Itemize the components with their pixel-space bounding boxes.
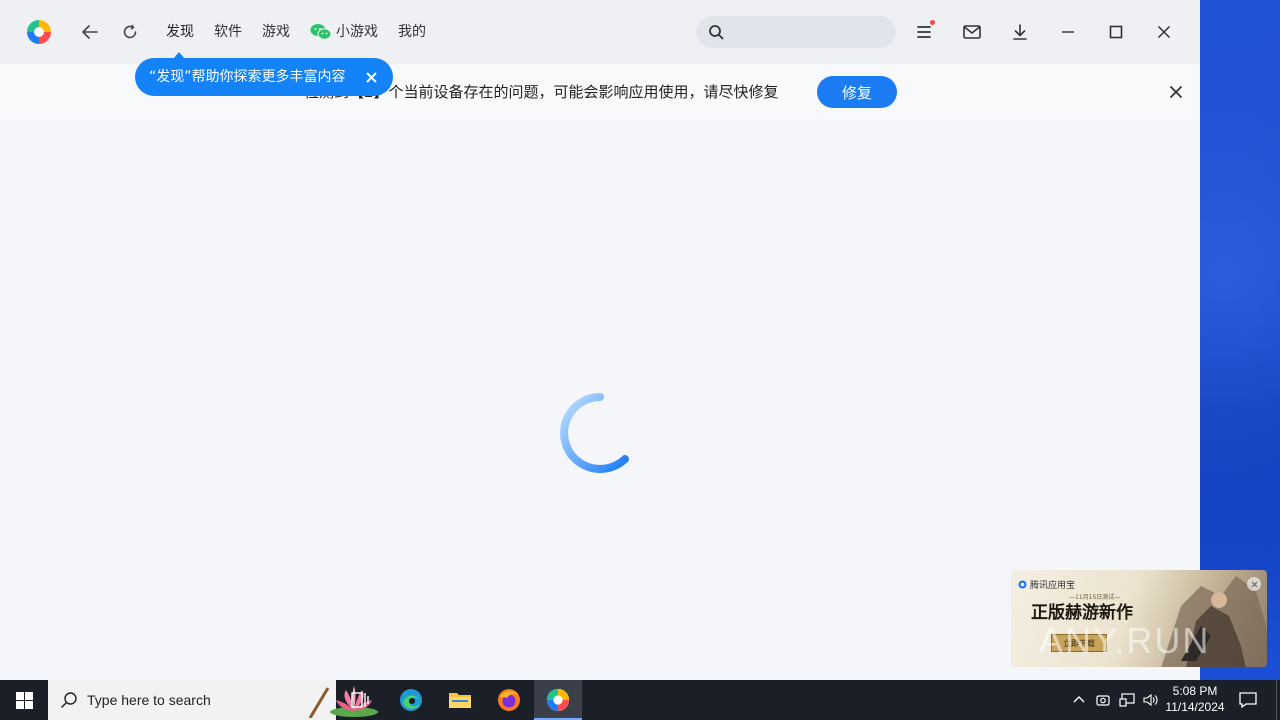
tooltip-close-button[interactable] (361, 67, 381, 87)
search-box[interactable] (696, 16, 896, 48)
ad-brand: 腾讯应用宝 (1018, 578, 1075, 591)
refresh-button[interactable] (118, 20, 142, 44)
clock[interactable]: 5:08 PM 11/14/2024 (1162, 683, 1228, 715)
taskbar-edge[interactable] (387, 680, 435, 720)
close-icon (1169, 85, 1183, 99)
task-view-button[interactable] (336, 680, 384, 720)
menu-button[interactable] (912, 20, 936, 44)
tooltip-text: “发现”帮助你探索更多丰富内容 (149, 69, 346, 85)
tab-discover[interactable]: 发现 (166, 22, 194, 42)
clock-date: 11/14/2024 (1165, 700, 1225, 714)
taskbar-firefox[interactable] (485, 680, 533, 720)
notice-close-button[interactable] (1164, 80, 1188, 104)
action-center-button[interactable] (1234, 680, 1262, 720)
show-desktop-button[interactable] (1276, 680, 1280, 720)
tray-overflow-button[interactable] (1068, 680, 1090, 720)
tab-mine[interactable]: 我的 (398, 22, 426, 42)
tray-volume[interactable] (1140, 680, 1162, 720)
refresh-icon (123, 24, 137, 39)
clock-time: 5:08 PM (1172, 684, 1218, 698)
download-icon (1013, 24, 1027, 40)
tab-games[interactable]: 游戏 (262, 22, 290, 42)
close-button[interactable] (1152, 20, 1176, 44)
minimize-icon (1062, 31, 1074, 33)
tab-mini-games-label: 小游戏 (336, 24, 378, 40)
firefox-icon (498, 689, 520, 711)
arrow-left-icon (82, 25, 98, 39)
maximize-icon (1109, 25, 1123, 39)
tab-mini-games[interactable]: 小游戏 (310, 22, 378, 42)
app-logo-icon (546, 688, 570, 712)
speaker-icon (1143, 693, 1158, 707)
taskbar-app-store[interactable] (534, 680, 582, 720)
camera-icon (1096, 695, 1110, 706)
game-ad-popup[interactable]: 腾讯应用宝 —11月15日测试— 正版赫游新作 立即下载 ANY.RUN (1011, 570, 1267, 667)
menu-icon (917, 26, 931, 38)
fix-button[interactable]: 修复 (817, 76, 897, 108)
loading-spinner-icon (560, 393, 629, 473)
tray-network[interactable] (1116, 680, 1138, 720)
network-icon (1119, 693, 1135, 707)
tray-meet-now[interactable] (1092, 680, 1114, 720)
taskbar-file-explorer[interactable] (436, 680, 484, 720)
start-button[interactable] (0, 680, 48, 720)
notification-dot (930, 20, 935, 25)
search-input[interactable] (732, 22, 882, 42)
wechat-icon (310, 24, 332, 40)
maximize-button[interactable] (1104, 20, 1128, 44)
folder-icon (449, 693, 471, 708)
tab-software[interactable]: 软件 (214, 22, 242, 42)
download-button[interactable] (1008, 20, 1032, 44)
task-view-icon (351, 692, 369, 708)
back-button[interactable] (78, 20, 102, 44)
discover-tooltip: “发现”帮助你探索更多丰富内容 (135, 52, 393, 96)
ad-brand-label: 腾讯应用宝 (1030, 581, 1076, 591)
mail-icon (963, 25, 981, 39)
watermark-text: ANY.RUN (1039, 620, 1211, 661)
taskbar-search-box[interactable]: Type here to search (48, 680, 378, 720)
notification-icon (1239, 692, 1257, 708)
close-icon (1157, 25, 1171, 39)
app-logo-icon (1018, 580, 1027, 589)
close-icon (1251, 581, 1257, 587)
close-icon (365, 71, 377, 83)
chevron-up-icon (1073, 696, 1085, 703)
ad-close-button[interactable] (1247, 577, 1261, 591)
taskbar: Type here to search 5:08 PM 11/14/2024 (0, 680, 1280, 720)
messages-button[interactable] (960, 20, 984, 44)
search-icon (709, 25, 724, 40)
app-logo-icon (27, 20, 51, 44)
taskbar-search-placeholder: Type here to search (87, 692, 211, 708)
minimize-button[interactable] (1056, 20, 1080, 44)
search-icon (61, 692, 77, 708)
edge-icon (400, 689, 422, 711)
windows-logo-icon (15, 691, 33, 709)
